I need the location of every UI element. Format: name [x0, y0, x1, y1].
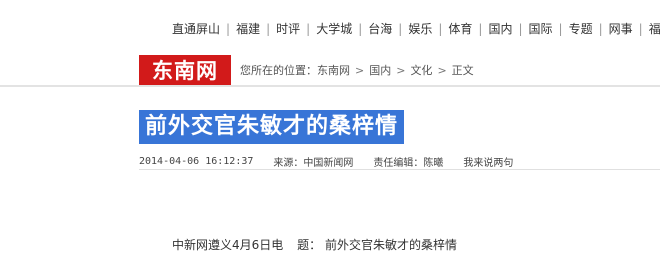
editor-value: 陈曦: [423, 158, 444, 169]
breadcrumb-domestic-link[interactable]: 国内: [369, 62, 391, 78]
publish-date: 2014-04-06 16:12:37: [139, 156, 254, 167]
nav-separator: |: [266, 21, 271, 36]
nav-item-special[interactable]: 专题: [569, 20, 593, 37]
nav-item-university-town[interactable]: 大学城: [316, 20, 352, 37]
breadcrumb-separator: >: [396, 63, 406, 77]
site-logo[interactable]: 东南网: [139, 55, 231, 85]
nav-item-fuzhou[interactable]: 福州: [649, 20, 660, 37]
article-title: 前外交官朱敏才的桑梓情: [139, 110, 405, 144]
article-lead: 中新网遵义4月6日电 题： 前外交官朱敏才的桑梓情: [172, 236, 457, 253]
top-nav-list: 直通屏山 | 福建 | 时评 | 大学城 | 台海 | 娱乐 | 体育 | 国内…: [172, 20, 660, 37]
nav-separator: |: [306, 21, 311, 36]
breadcrumb-home-link[interactable]: 东南网: [317, 62, 350, 78]
breadcrumb: 您所在的位置： 东南网 > 国内 > 文化 > 正文: [240, 62, 474, 78]
nav-separator: |: [638, 21, 643, 36]
breadcrumb-separator: >: [355, 63, 365, 77]
meta-divider: [139, 169, 660, 170]
nav-item-entertainment[interactable]: 娱乐: [408, 20, 432, 37]
lead-title-label: 题：: [297, 238, 322, 252]
nav-separator: |: [558, 21, 563, 36]
comment-link[interactable]: 我来说两句: [463, 154, 513, 169]
nav-separator: |: [598, 21, 603, 36]
nav-item-sports[interactable]: 体育: [448, 20, 472, 37]
nav-separator: |: [398, 21, 403, 36]
nav-separator: |: [226, 21, 231, 36]
breadcrumb-prefix: 您所在的位置：: [240, 64, 317, 77]
breadcrumb-current: 正文: [451, 64, 474, 77]
nav-separator: |: [358, 21, 363, 36]
editor-label: 责任编辑：: [373, 158, 424, 169]
article-title-container: 前外交官朱敏才的桑梓情: [139, 110, 405, 144]
nav-item-international[interactable]: 国际: [529, 20, 553, 37]
nav-item-commentary[interactable]: 时评: [276, 20, 300, 37]
nav-item-straits[interactable]: 台海: [368, 20, 392, 37]
header-divider: [0, 85, 660, 87]
lead-title-text: 前外交官朱敏才的桑梓情: [324, 238, 457, 252]
nav-separator: |: [438, 21, 443, 36]
lead-dateline: 中新网遵义4月6日电: [172, 238, 284, 252]
source-value: 中国新闻网: [303, 158, 354, 169]
source-label: 来源：: [273, 158, 304, 169]
nav-item-web-affairs[interactable]: 网事: [609, 20, 633, 37]
nav-item-domestic[interactable]: 国内: [488, 20, 512, 37]
breadcrumb-culture-link[interactable]: 文化: [410, 62, 432, 78]
nav-item-fujian[interactable]: 福建: [236, 20, 260, 37]
top-navigation: 直通屏山 | 福建 | 时评 | 大学城 | 台海 | 娱乐 | 体育 | 国内…: [0, 0, 660, 50]
nav-item-zhitong-pingshan[interactable]: 直通屏山: [172, 20, 220, 37]
article-meta: 2014-04-06 16:12:37 来源： 中国新闻网 责任编辑： 陈曦 我…: [139, 154, 513, 169]
nav-separator: |: [478, 21, 483, 36]
breadcrumb-separator: >: [437, 63, 447, 77]
nav-separator: |: [518, 21, 523, 36]
site-logo-text: 东南网: [152, 59, 218, 83]
